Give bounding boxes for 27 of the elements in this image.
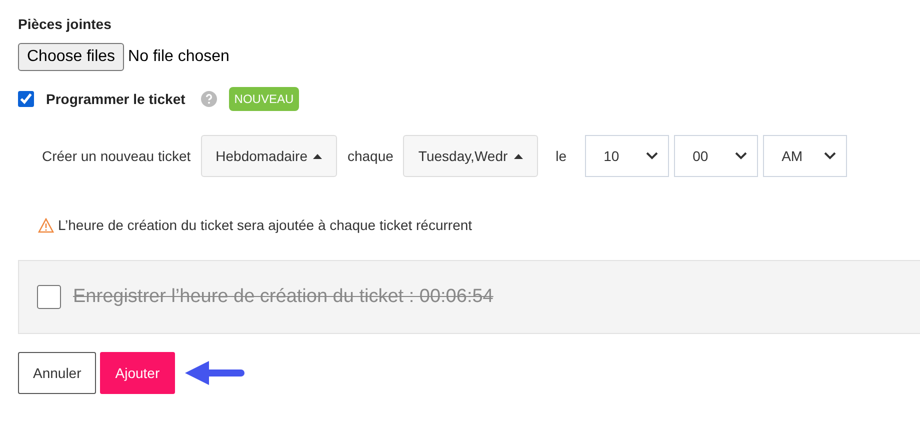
days-dropdown[interactable]: Tuesday,Wedr: [403, 135, 538, 177]
warning-text: L’heure de création du ticket sera ajoutée à chaque ticket récurrent: [58, 216, 472, 235]
caret-icon: [313, 154, 322, 158]
section-title: Pièces jointes: [18, 15, 112, 34]
chevron-down-icon: [734, 152, 747, 160]
recurrence-label: Créer un nouveau ticket: [42, 146, 191, 166]
at-label: le: [554, 146, 568, 166]
new-badge: NOUVEAU: [229, 87, 299, 111]
warning-icon: [38, 218, 54, 233]
chevron-down-icon: [824, 152, 836, 160]
every-label: chaque: [347, 146, 394, 166]
choose-files-button[interactable]: Choose files: [18, 43, 124, 71]
record-time-checkbox[interactable]: [37, 285, 61, 309]
schedule-checkbox[interactable]: [18, 91, 34, 107]
frequency-dropdown[interactable]: Hebdomadaire: [200, 135, 338, 177]
period-select[interactable]: AM: [762, 135, 847, 177]
cancel-button[interactable]: Annuler: [18, 352, 96, 394]
chevron-down-icon: [646, 152, 658, 160]
record-time-label: Enregistrer l’heure de création du ticket : 00:06:54: [73, 284, 494, 309]
help-icon: [201, 91, 218, 107]
hour-select[interactable]: 10: [584, 135, 669, 177]
schedule-label: Programmer le ticket: [46, 90, 186, 109]
minute-select[interactable]: 00: [674, 135, 758, 177]
caret-icon: [514, 154, 523, 158]
arrow-icon: [182, 359, 245, 387]
file-status: No file chosen: [128, 47, 230, 67]
add-button[interactable]: Ajouter: [100, 352, 175, 394]
